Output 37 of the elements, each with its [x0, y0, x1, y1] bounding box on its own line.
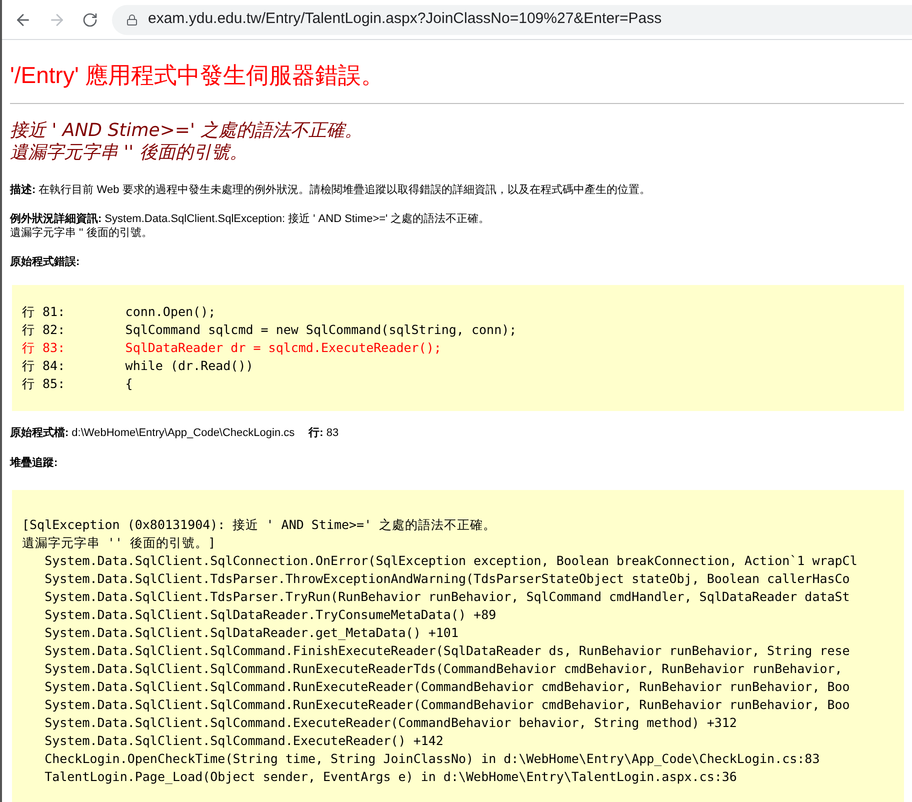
trace-line: CheckLogin.OpenCheckTime(String time, String JoinClassNo) in d:\WebHome\Entry\App_Code\CheckLogin.cs:83	[44, 750, 821, 768]
description-text: 在執行目前 Web 要求的過程中發生未處理的例外狀況。請檢閱堆疊追蹤以取得錯誤的詳細資訊，以及在程式碼中產生的位置。	[38, 184, 650, 196]
trace-line: System.Data.SqlClient.SqlCommand.ExecuteReader(CommandBehavior behavior, String method) +312	[44, 714, 738, 732]
source-file-label: 原始程式檔:	[10, 426, 69, 440]
exception-label: 例外狀況詳細資訊:	[10, 212, 102, 226]
exception-text-line: 遺漏字元字串 '' 後面的引號。	[10, 226, 152, 240]
trace-line: System.Data.SqlClient.SqlCommand.RunExecuteReader(CommandBehavior cmdBehavior, RunBehavior runBehavior, Boo	[44, 696, 851, 714]
source-error-label: 原始程式錯誤:	[10, 254, 81, 270]
stack-trace-label: 堆疊追蹤:	[10, 456, 59, 471]
trace-line: [SqlException (0x80131904): 接近 ' AND Stime>=' 之處的語法不正確。	[22, 516, 498, 534]
lock-icon	[126, 14, 138, 26]
url-text: exam.ydu.edu.tw/Entry/TalentLogin.aspx?JoinClassNo=109%27&Enter=Pass	[148, 9, 662, 30]
trace-line: System.Data.SqlClient.SqlDataReader.TryConsumeMetaData() +89	[44, 606, 498, 624]
trace-line: System.Data.SqlClient.SqlCommand.ExecuteReader() +142	[44, 732, 444, 750]
code-line: 行 85: {	[22, 374, 134, 392]
line-label: 行:	[308, 426, 324, 440]
trace-line: System.Data.SqlClient.SqlDataReader.get_MetaData() +101	[44, 624, 460, 642]
source-file-path: d:\WebHome\Entry\App_Code\CheckLogin.cs	[72, 426, 295, 440]
exception-text-line: System.Data.SqlClient.SqlException: 接近 ' AND Stime>=' 之處的語法不正確。	[104, 212, 490, 226]
trace-line: System.Data.SqlClient.SqlCommand.RunExecuteReaderTds(CommandBehavior cmdBehavior, RunBehavior runBehavior,	[44, 660, 844, 678]
page-title: '/Entry' 應用程式中發生伺服器錯誤。	[10, 61, 386, 90]
trace-line: System.Data.SqlClient.SqlConnection.OnError(SqlException exception, Boolean breakConnection, Action`1 wrapCl	[44, 552, 858, 570]
code-line: 行 84: while (dr.Read())	[22, 356, 254, 374]
trace-line: 遺漏字元字串 '' 後面的引號。]	[22, 534, 217, 552]
code-line: 行 83: SqlDataReader dr = sqlcmd.ExecuteReader();	[22, 338, 442, 356]
description-label: 描述:	[10, 184, 36, 196]
trace-line: System.Data.SqlClient.SqlCommand.FinishExecuteReader(SqlDataReader ds, RunBehavior runBehavior, String rese	[44, 642, 851, 660]
address-bar[interactable]: exam.ydu.edu.tw/Entry/TalentLogin.aspx?JoinClassNo=109%27&Enter=Pass	[112, 4, 912, 34]
reload-icon[interactable]	[82, 12, 98, 28]
line-number: 83	[326, 426, 339, 440]
trace-line: System.Data.SqlClient.SqlCommand.RunExecuteReader(CommandBehavior cmdBehavior, RunBehavior runBehavior, Boo	[44, 678, 851, 696]
code-line: 行 81: conn.Open();	[22, 302, 217, 320]
error-heading: 接近 ' AND Stime>=' 之處的語法不正確。 遺漏字元字串 '' 後面的引號。	[10, 120, 364, 164]
trace-line: System.Data.SqlClient.TdsParser.TryRun(RunBehavior runBehavior, SqlCommand cmdHandler, SqlDataReader dataSt	[44, 588, 851, 606]
code-line: 行 82: SqlCommand sqlcmd = new SqlCommand(sqlString, conn);	[22, 320, 518, 338]
trace-line: TalentLogin.Page_Load(Object sender, EventArgs e) in d:\WebHome\Entry\TalentLogin.aspx.cs:36	[44, 768, 738, 786]
trace-line: System.Data.SqlClient.TdsParser.ThrowExceptionAndWarning(TdsParserStateObject stateObj, Boolean callerHasCo	[44, 570, 851, 588]
